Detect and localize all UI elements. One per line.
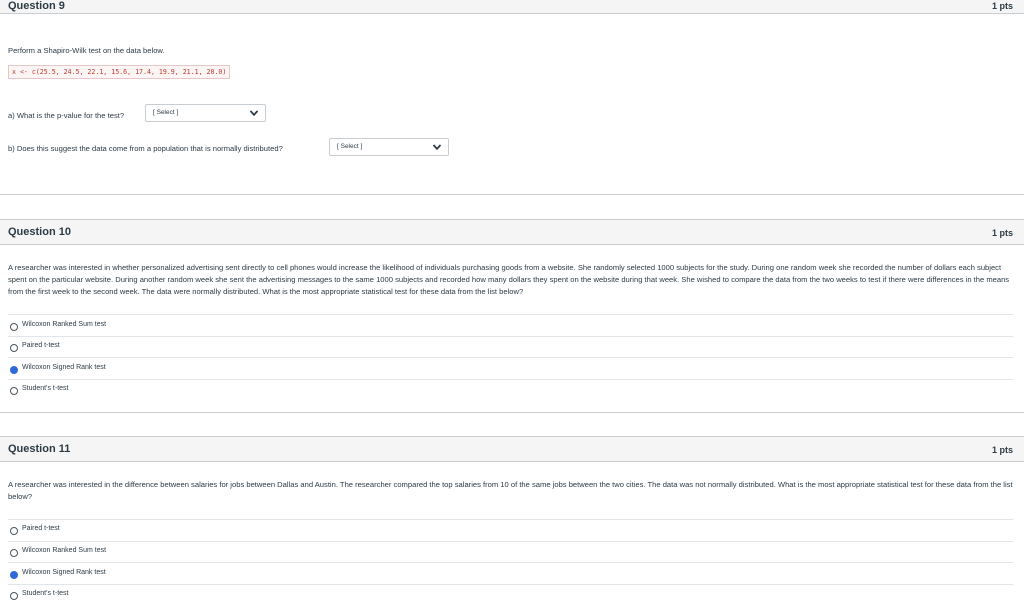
quiz-page: Question 9 1 pts Perform a Shapiro-Wilk … [0, 0, 1024, 615]
section-divider [0, 194, 1024, 195]
p-value-select[interactable]: [ Select ] [145, 104, 266, 122]
p-value-select-label: [ Select ] [153, 109, 179, 116]
question-9-prompt: Perform a Shapiro-Wilk test on the data … [8, 46, 165, 55]
radio-button[interactable] [10, 387, 18, 395]
chevron-down-icon [249, 110, 259, 117]
option-divider [8, 584, 1013, 585]
option-divider [8, 336, 1013, 337]
radio-button[interactable] [10, 527, 18, 535]
q10-option-3-label: Wilcoxon Signed Rank test [22, 364, 106, 371]
question-9-title: Question 9 [8, 0, 65, 12]
question-10-header: Question 10 1 pts [0, 219, 1024, 245]
option-divider [8, 314, 1013, 315]
radio-button[interactable] [10, 323, 18, 331]
radio-button-checked[interactable] [10, 571, 18, 579]
option-divider [8, 379, 1013, 380]
chevron-down-icon [432, 144, 442, 151]
option-divider [8, 519, 1013, 520]
question-9-points: 1 pts [991, 1, 1013, 11]
q10-option-4-label: Student's t-test [22, 385, 69, 392]
section-divider [0, 412, 1024, 413]
question-11-body: A researcher was interested in the diffe… [8, 480, 1013, 501]
question-9-code: x <- c(25.5, 24.5, 22.1, 15.6, 17.4, 19.… [8, 65, 231, 79]
radio-button-checked[interactable] [10, 366, 18, 374]
radio-button[interactable] [10, 549, 18, 557]
question-10-title: Question 10 [8, 226, 71, 238]
question-9-part-b: b) Does this suggest the data come from … [8, 144, 283, 153]
normality-select[interactable]: [ Select ] [329, 138, 449, 156]
question-11-points: 1 pts [991, 445, 1013, 455]
option-divider [8, 562, 1013, 563]
q11-option-2-label: Wilcoxon Ranked Sum test [22, 547, 107, 554]
option-divider [8, 541, 1013, 542]
q11-option-4-label: Student's t-test [22, 590, 69, 597]
question-9-header: Question 9 1 pts [0, 0, 1024, 14]
question-11-header: Question 11 1 pts [0, 436, 1024, 462]
q11-option-3-label: Wilcoxon Signed Rank test [22, 569, 106, 576]
radio-button[interactable] [10, 592, 18, 600]
question-11-title: Question 11 [8, 443, 71, 455]
question-9-part-a: a) What is the p-value for the test? [8, 111, 125, 120]
radio-button[interactable] [10, 344, 18, 352]
q11-option-1-label: Paired t-test [22, 525, 60, 532]
q10-option-2-label: Paired t-test [22, 342, 60, 349]
q10-option-1-label: Wilcoxon Ranked Sum test [22, 321, 107, 328]
normality-select-label: [ Select ] [337, 143, 363, 150]
question-10-body: A researcher was interested in whether p… [8, 263, 1010, 296]
option-divider [8, 357, 1013, 358]
question-10-points: 1 pts [991, 228, 1013, 238]
